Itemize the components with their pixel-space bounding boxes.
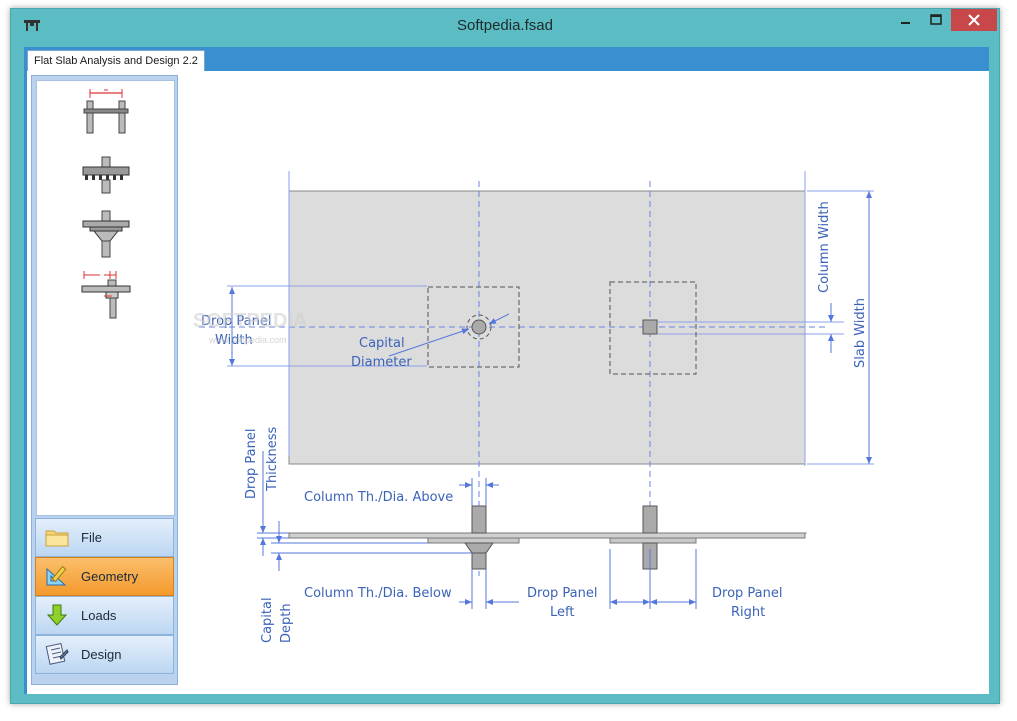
main-panel: File Geometry Loads Design Drop Panel Wi… xyxy=(27,71,989,694)
label-capital-diameter-2: Diameter xyxy=(351,355,412,370)
nav-geometry-button[interactable]: Geometry xyxy=(35,557,174,596)
label-column-above: Column Th./Dia. Above xyxy=(304,490,453,505)
minimize-icon xyxy=(901,22,910,24)
close-icon xyxy=(968,14,980,26)
label-drop-panel-thickness-2: Thickness xyxy=(265,427,280,492)
span-length-icon[interactable] xyxy=(80,87,132,135)
watermark-url: www.softpedia.com xyxy=(208,335,287,345)
nav-file-label: File xyxy=(81,530,102,545)
ruler-triangle-icon xyxy=(46,565,67,586)
nav-loads-button[interactable]: Loads xyxy=(35,596,174,635)
column-square-plan xyxy=(642,319,658,335)
label-column-width: Column Width xyxy=(817,201,832,293)
tab-flat-slab[interactable]: Flat Slab Analysis and Design 2.2 xyxy=(27,50,205,71)
label-slab-width: Slab Width xyxy=(853,298,868,368)
label-capital-depth-1: Capital xyxy=(260,597,275,643)
down-arrow-icon xyxy=(46,604,68,626)
column-below-left xyxy=(471,552,487,570)
geometry-diagram: Drop Panel Width Capital Diameter Column… xyxy=(193,171,874,643)
close-button[interactable] xyxy=(951,9,997,31)
design-sheet-icon xyxy=(45,643,69,665)
label-drop-panel-left-2: Left xyxy=(550,605,574,620)
drop-panel-right-elevation xyxy=(609,537,697,544)
application-window: Softpedia.fsad Flat Slab Analysis and De… xyxy=(10,8,1000,704)
label-column-below: Column Th./Dia. Below xyxy=(304,586,452,601)
nav-design-button[interactable]: Design xyxy=(35,635,174,674)
label-capital-depth-2: Depth xyxy=(279,603,294,643)
navigation-panel: File Geometry Loads Design xyxy=(31,75,178,685)
window-title: Softpedia.fsad xyxy=(457,17,553,34)
label-drop-panel-thickness-1: Drop Panel xyxy=(244,429,259,499)
drop-panel-icon[interactable] xyxy=(80,268,132,320)
nav-loads-label: Loads xyxy=(81,608,117,623)
toolbox xyxy=(36,80,175,516)
client-area: Flat Slab Analysis and Design 2.2 File G… xyxy=(24,47,989,694)
column-round-plan xyxy=(471,319,487,335)
minimize-button[interactable] xyxy=(891,9,921,31)
title-bar[interactable]: Softpedia.fsad xyxy=(11,9,999,41)
nav-design-label: Design xyxy=(81,647,122,662)
slab-elevation xyxy=(288,532,806,539)
nav-file-button[interactable]: File xyxy=(35,518,174,557)
column-capital-icon[interactable] xyxy=(80,209,132,259)
label-drop-panel-left-1: Drop Panel xyxy=(527,586,597,601)
column-above-left xyxy=(471,505,487,534)
label-capital-diameter-1: Capital xyxy=(359,336,405,351)
slab-section-icon[interactable] xyxy=(80,155,132,195)
nav-geometry-label: Geometry xyxy=(81,569,139,584)
label-drop-panel-right-1: Drop Panel xyxy=(712,586,782,601)
column-above-right xyxy=(642,505,658,534)
folder-icon xyxy=(45,530,69,547)
label-drop-panel-right-2: Right xyxy=(731,605,765,620)
maximize-icon xyxy=(930,14,942,25)
watermark-logo: SOFTPEDIA xyxy=(193,310,307,332)
drop-panel-left-elevation xyxy=(427,537,520,544)
capital-elevation xyxy=(464,542,494,554)
slab-plan xyxy=(288,190,806,465)
maximize-button[interactable] xyxy=(921,9,951,31)
